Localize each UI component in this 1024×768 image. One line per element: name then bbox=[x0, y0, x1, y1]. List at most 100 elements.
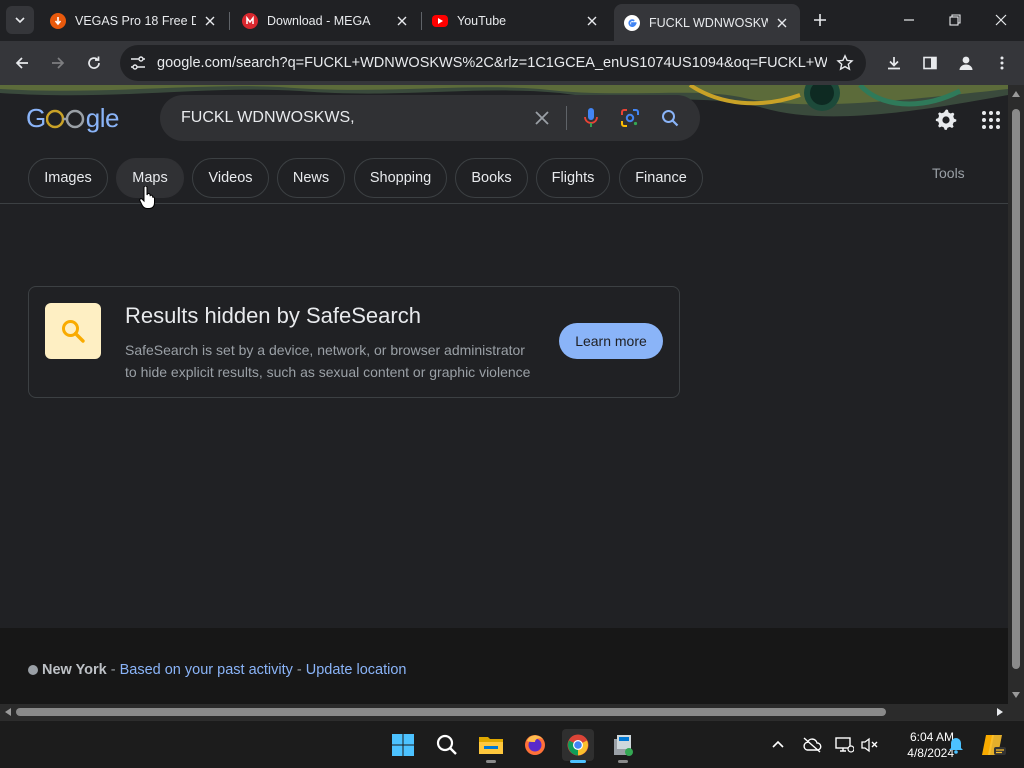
speaker-muted-icon bbox=[861, 737, 878, 753]
logo-letters-gle: gle bbox=[85, 103, 120, 133]
start-button[interactable] bbox=[387, 729, 419, 761]
close-icon[interactable] bbox=[394, 13, 410, 29]
address-bar[interactable]: google.com/search?q=FUCKL+WDNWOSKWS%2C&r… bbox=[120, 45, 866, 81]
location-row: New York - Based on your past activity -… bbox=[28, 662, 407, 678]
tools-button[interactable]: Tools bbox=[932, 165, 965, 181]
chip-shopping[interactable]: Shopping bbox=[354, 158, 447, 198]
past-activity-link[interactable]: Based on your past activity bbox=[120, 662, 293, 678]
chip-books[interactable]: Books bbox=[455, 158, 528, 198]
chip-finance[interactable]: Finance bbox=[619, 158, 703, 198]
google-logo[interactable]: Ggle bbox=[26, 103, 119, 136]
tab-search-button[interactable] bbox=[6, 6, 34, 34]
forward-button[interactable] bbox=[42, 47, 74, 79]
learn-more-button[interactable]: Learn more bbox=[559, 323, 663, 359]
active-indicator bbox=[570, 760, 586, 763]
restore-button[interactable] bbox=[932, 0, 978, 40]
chip-videos[interactable]: Videos bbox=[192, 158, 269, 198]
new-tab-button[interactable] bbox=[806, 6, 834, 34]
copilot-icon bbox=[982, 735, 1006, 755]
safesearch-icon-box bbox=[45, 303, 101, 359]
copilot-button[interactable] bbox=[977, 729, 1009, 761]
safesearch-desc-line-2: to hide explicit results, such as sexual… bbox=[125, 364, 531, 380]
minimize-button[interactable] bbox=[886, 0, 932, 40]
taskbar-search-button[interactable] bbox=[431, 729, 463, 761]
horizontal-scrollbar[interactable] bbox=[0, 704, 1008, 720]
network-button[interactable] bbox=[830, 729, 858, 761]
logo-letter-g: G bbox=[26, 103, 46, 133]
profile-button[interactable] bbox=[950, 47, 982, 79]
close-icon[interactable] bbox=[202, 13, 218, 29]
mega-icon bbox=[242, 12, 258, 29]
tab-vegas[interactable]: VEGAS Pro 18 Free Do bbox=[40, 4, 228, 37]
side-panel-icon bbox=[923, 56, 937, 70]
folder-icon bbox=[479, 737, 503, 754]
site-settings-icon[interactable] bbox=[129, 54, 147, 72]
camera-lens-icon bbox=[621, 109, 639, 127]
tab-youtube[interactable]: YouTube bbox=[422, 4, 610, 37]
footer-separator: - bbox=[296, 662, 302, 678]
close-icon[interactable] bbox=[584, 13, 600, 29]
app-installer-button[interactable] bbox=[607, 729, 639, 763]
update-location-link[interactable]: Update location bbox=[306, 662, 407, 678]
downloads-button[interactable] bbox=[878, 47, 910, 79]
volume-button[interactable] bbox=[856, 729, 882, 761]
location-footer: New York - Based on your past activity -… bbox=[0, 628, 1008, 704]
url-text[interactable]: google.com/search?q=FUCKL+WDNWOSKWS%2C&r… bbox=[157, 45, 827, 81]
bookmark-star-icon[interactable] bbox=[836, 54, 854, 72]
close-icon[interactable] bbox=[774, 15, 790, 31]
location-dot-icon bbox=[28, 665, 38, 675]
chip-flights[interactable]: Flights bbox=[536, 158, 610, 198]
profile-icon bbox=[959, 56, 973, 70]
logo-eclipse-glasses bbox=[45, 105, 86, 136]
show-hidden-icons-button[interactable] bbox=[764, 729, 792, 761]
cloud-offline-icon bbox=[803, 737, 822, 753]
safesearch-desc-line-1: SafeSearch is set by a device, network, … bbox=[125, 342, 525, 358]
onedrive-button[interactable] bbox=[798, 729, 826, 761]
file-explorer-button[interactable] bbox=[475, 729, 507, 763]
chevron-down-icon bbox=[15, 17, 25, 24]
tab-title: FUCKL WDNWOSKWS, bbox=[649, 15, 768, 30]
scroll-right-arrow-icon[interactable] bbox=[997, 708, 1003, 716]
lens-search-button[interactable] bbox=[619, 107, 641, 129]
vertical-scrollbar[interactable] bbox=[1008, 85, 1024, 704]
google-apps-icon[interactable] bbox=[981, 110, 1001, 130]
chip-images[interactable]: Images bbox=[28, 158, 108, 198]
download-icon bbox=[888, 57, 900, 70]
search-input[interactable]: FUCKL WDNWOSKWS, bbox=[181, 95, 355, 141]
minimize-icon bbox=[904, 19, 914, 21]
clear-search-button[interactable] bbox=[531, 107, 553, 129]
search-icon bbox=[436, 734, 457, 755]
tab-strip: VEGAS Pro 18 Free Do Download - MEGA You… bbox=[0, 0, 1024, 41]
chip-news[interactable]: News bbox=[277, 158, 345, 198]
vegas-icon bbox=[50, 12, 66, 29]
scroll-up-arrow-icon[interactable] bbox=[1012, 91, 1020, 97]
tab-mega[interactable]: Download - MEGA bbox=[232, 4, 420, 37]
browser-menu-button[interactable] bbox=[986, 47, 1018, 79]
close-icon bbox=[535, 111, 549, 125]
firefox-icon bbox=[525, 735, 545, 755]
tab-google-search[interactable]: FUCKL WDNWOSKWS, bbox=[614, 4, 800, 41]
reload-button[interactable] bbox=[78, 47, 110, 79]
search-box[interactable]: FUCKL WDNWOSKWS, bbox=[160, 95, 700, 141]
windows-logo-icon bbox=[392, 734, 414, 756]
search-divider bbox=[566, 106, 567, 130]
search-icon bbox=[62, 320, 85, 343]
safesearch-card: Results hidden by SafeSearch SafeSearch … bbox=[28, 286, 680, 398]
horizontal-scroll-thumb[interactable] bbox=[16, 708, 886, 716]
scroll-down-arrow-icon[interactable] bbox=[1012, 692, 1020, 698]
chrome-icon bbox=[567, 734, 589, 756]
firefox-button[interactable] bbox=[519, 729, 551, 761]
notifications-button[interactable] bbox=[942, 729, 970, 761]
safesearch-title: Results hidden by SafeSearch bbox=[125, 303, 421, 328]
scroll-left-arrow-icon[interactable] bbox=[5, 708, 11, 716]
chrome-button[interactable] bbox=[562, 729, 594, 763]
side-panel-button[interactable] bbox=[914, 47, 946, 79]
back-button[interactable] bbox=[6, 47, 38, 79]
close-window-button[interactable] bbox=[978, 0, 1024, 40]
vertical-scroll-thumb[interactable] bbox=[1012, 109, 1020, 669]
search-submit-button[interactable] bbox=[659, 107, 681, 129]
voice-search-button[interactable] bbox=[580, 107, 602, 129]
search-icon bbox=[662, 110, 679, 127]
settings-gear-icon[interactable] bbox=[934, 108, 958, 132]
arrow-right-icon bbox=[52, 57, 65, 69]
